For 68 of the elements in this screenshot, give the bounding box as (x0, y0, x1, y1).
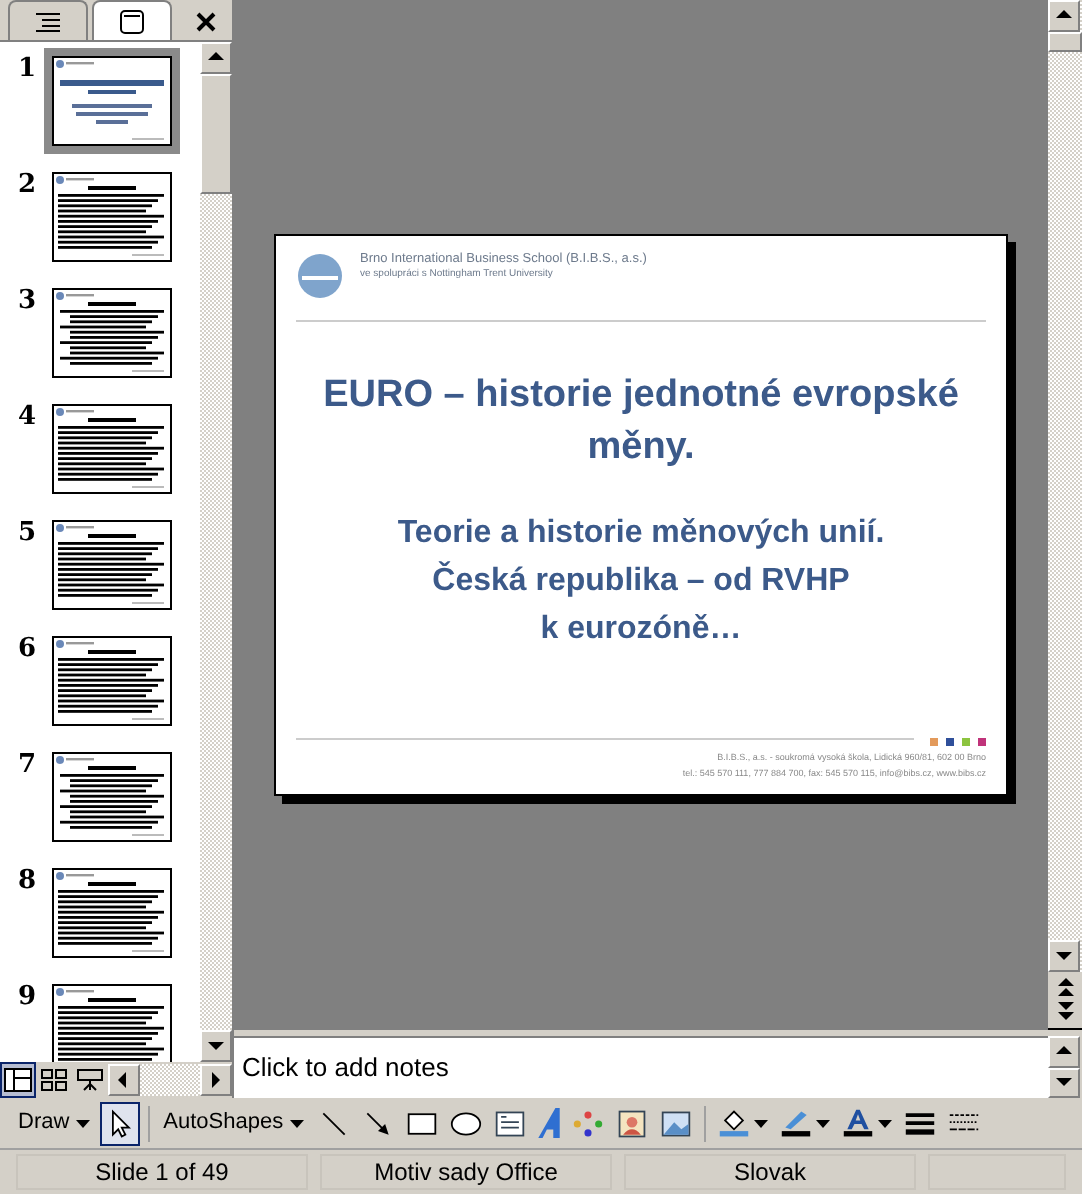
scroll-left-button[interactable] (108, 1064, 140, 1096)
slide-number: 2 (16, 172, 39, 198)
diagram-icon (571, 1107, 604, 1139)
slide-number: 9 (16, 984, 39, 1010)
scroll-right-button[interactable] (200, 1064, 232, 1096)
status-text: Slovak (624, 1154, 916, 1190)
pane-tab[interactable] (92, 0, 172, 40)
line-style-icon (903, 1107, 936, 1139)
slide-thumbnail[interactable] (52, 404, 172, 494)
menu-button[interactable]: AutoShapes (157, 1101, 310, 1145)
slide-thumbnail[interactable] (52, 520, 172, 610)
scrollbar[interactable] (200, 42, 232, 1062)
notes-field[interactable]: Click to add notes (234, 1036, 1048, 1098)
logo-icon (296, 252, 344, 300)
outline-icon (36, 11, 60, 31)
scroll-up-button[interactable] (200, 42, 232, 74)
slide-thumbnail[interactable] (52, 288, 172, 378)
rectangle-icon (405, 1107, 438, 1139)
text-box-icon (493, 1107, 526, 1139)
status-text: Slide 1 of 49 (16, 1154, 308, 1190)
slide-title: měny. (587, 424, 695, 472)
scroll-thumb[interactable] (200, 74, 232, 194)
scroll-thumb[interactable] (1048, 32, 1082, 52)
grid-icon (40, 1068, 68, 1092)
image-icon (659, 1107, 692, 1139)
projector-icon (76, 1068, 104, 1092)
tool-button[interactable] (99, 1101, 140, 1145)
slide-subtitle: Česká republika – od RVHP (432, 559, 850, 602)
scroll-down-button[interactable] (200, 1030, 232, 1062)
caret-icon (753, 1119, 768, 1127)
caret-icon (815, 1119, 830, 1127)
slide-number: 5 (16, 520, 39, 546)
caret-icon (877, 1119, 892, 1127)
scroll-down-button[interactable] (1048, 1067, 1080, 1098)
slide-icon (120, 9, 144, 33)
wordart-icon (537, 1108, 560, 1138)
slide-number: 4 (16, 404, 39, 430)
scrollbar[interactable] (1048, 0, 1082, 1030)
font-color-icon (841, 1107, 874, 1139)
view-button[interactable] (0, 1062, 36, 1098)
slide-number: 3 (16, 288, 39, 314)
slide-subtitle: Teorie a historie měnových unií. (397, 514, 885, 554)
slide-number: 8 (16, 868, 39, 894)
slide-thumbnail[interactable] (52, 636, 172, 726)
scroll-down-button[interactable] (1048, 940, 1080, 972)
brush-icon (779, 1107, 812, 1139)
caret-icon (289, 1119, 304, 1127)
oval-icon (449, 1107, 482, 1139)
status-text: Motiv sady Office (320, 1154, 612, 1190)
scroll-up-button[interactable] (1048, 0, 1080, 32)
slide-thumbnail[interactable] (52, 172, 172, 262)
normal-view-icon (4, 1068, 32, 1092)
close-icon[interactable] (196, 12, 216, 32)
slide-title: EURO – historie jednotné evropské (323, 372, 959, 420)
line-icon (317, 1107, 350, 1139)
arrow-icon (361, 1107, 394, 1139)
slide-thumbnail[interactable] (52, 868, 172, 958)
pane-tab[interactable] (8, 0, 88, 40)
slide-number: 6 (16, 636, 39, 662)
slide-number: 7 (16, 752, 39, 778)
next-slide-icon[interactable] (1053, 1000, 1077, 1024)
slide-subtitle: k eurozóně… (540, 610, 742, 650)
menu-button[interactable]: Draw (12, 1101, 96, 1145)
slide-thumbnail[interactable] (52, 752, 172, 842)
slide-thumbnail[interactable] (52, 984, 172, 1062)
caret-icon (75, 1119, 90, 1127)
scroll-up-button[interactable] (1048, 1036, 1080, 1067)
slide-number: 1 (16, 56, 39, 82)
